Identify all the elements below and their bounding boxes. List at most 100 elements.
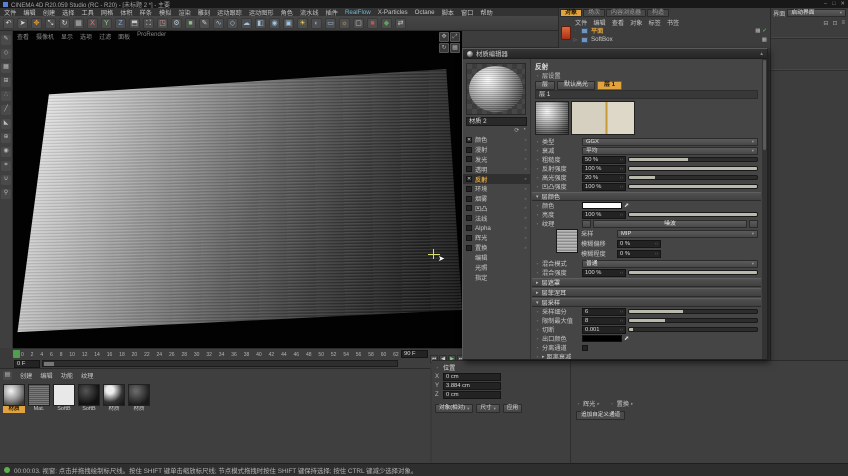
material-thumbnail[interactable] bbox=[103, 384, 125, 406]
add-cube-icon[interactable]: ■ bbox=[185, 18, 196, 29]
distance-dim-label[interactable]: 距离衰减 bbox=[547, 352, 572, 359]
dropdown[interactable]: MIP▾ bbox=[617, 230, 758, 238]
pan-view-icon[interactable]: ✥ bbox=[439, 32, 449, 42]
expand-icon[interactable]: ▷ bbox=[573, 37, 578, 43]
dropdown[interactable]: 普通▾ bbox=[582, 260, 758, 268]
maximize-button[interactable]: □ bbox=[832, 1, 835, 7]
toggle-view-icon[interactable]: ▦ bbox=[450, 43, 460, 53]
scale-icon[interactable]: ⤡ bbox=[45, 18, 56, 29]
mode-row[interactable]: 编辑 bbox=[463, 253, 530, 263]
render-settings-icon[interactable]: ⚙ bbox=[171, 18, 182, 29]
boole-icon[interactable]: ◧ bbox=[255, 18, 266, 29]
camera-icon[interactable]: ▣ bbox=[283, 18, 294, 29]
channel-checkbox[interactable] bbox=[466, 156, 472, 162]
material-menu-item[interactable]: 纹理 bbox=[81, 371, 93, 380]
preview-options-icon[interactable]: ◔ bbox=[522, 127, 526, 135]
menu-item[interactable]: 模拟 bbox=[159, 8, 171, 16]
value-field[interactable]: 0 %‹› bbox=[617, 240, 661, 248]
dialog-collapse-icon[interactable]: ▴ bbox=[760, 51, 763, 57]
slider[interactable] bbox=[628, 318, 758, 323]
menu-item[interactable]: 脚本 bbox=[442, 8, 454, 16]
mode-row[interactable]: 指定 bbox=[463, 272, 530, 282]
object-manager-menu-item[interactable]: 编辑 bbox=[593, 18, 605, 25]
channel-label[interactable]: Alpha bbox=[475, 225, 491, 232]
rotate-view-icon[interactable]: ↻ bbox=[439, 43, 449, 53]
menu-item[interactable]: 帮助 bbox=[480, 8, 492, 16]
object-tree-row[interactable]: ·平面▦✓ bbox=[573, 26, 769, 35]
object-manager-menu-item[interactable]: 对象 bbox=[630, 18, 642, 25]
material-thumbnail[interactable] bbox=[128, 384, 150, 406]
object-manager-tab[interactable]: 场次 bbox=[583, 9, 605, 17]
channel-row[interactable]: 置换▸ bbox=[463, 243, 530, 253]
mode-label[interactable]: 指定 bbox=[475, 273, 487, 282]
green-tool-icon[interactable]: ◆ bbox=[381, 18, 392, 29]
channel-checkbox[interactable] bbox=[466, 245, 472, 251]
displacement-channel-toggle[interactable]: ∘ 置换 ▸ bbox=[610, 399, 634, 408]
menu-item[interactable]: 创建 bbox=[43, 8, 55, 16]
channel-row[interactable]: 烟雾▸ bbox=[463, 194, 530, 204]
spinner-icon[interactable]: ‹› bbox=[655, 241, 658, 247]
coordinate-value-field[interactable]: 3.884 cm bbox=[443, 382, 501, 390]
glow-channel-toggle[interactable]: ∘ 辉光 ▸ bbox=[576, 399, 600, 408]
channel-label[interactable]: 发光 bbox=[475, 155, 487, 164]
channel-row[interactable]: Alpha▸ bbox=[463, 223, 530, 233]
current-frame-field[interactable]: 0 F bbox=[14, 360, 40, 368]
dropdown[interactable]: GGX▾ bbox=[582, 138, 758, 146]
menu-item[interactable]: 文件 bbox=[4, 8, 16, 16]
viewport-menu-item[interactable]: 选项 bbox=[80, 32, 92, 41]
material-name[interactable]: Mat. bbox=[28, 406, 50, 413]
material-thumbnail[interactable] bbox=[78, 384, 100, 406]
menu-item[interactable]: 角色 bbox=[281, 8, 293, 16]
material-item[interactable]: SoftB bbox=[78, 384, 100, 413]
dropdown[interactable]: 平均▾ bbox=[582, 147, 758, 155]
texture-arrow-button[interactable] bbox=[582, 220, 591, 228]
viewport-menu-item[interactable]: 面板 bbox=[118, 32, 130, 41]
object-manager-menu-item[interactable]: 书签 bbox=[667, 18, 679, 25]
material-menu-item[interactable]: 创建 bbox=[20, 371, 32, 380]
layout-selector-dropdown[interactable]: 启动界面▾ bbox=[787, 9, 846, 17]
channel-row[interactable]: 凹凸▸ bbox=[463, 204, 530, 214]
material-thumbnail[interactable] bbox=[53, 384, 75, 406]
menu-item[interactable]: 体积 bbox=[120, 8, 132, 16]
channel-label[interactable]: 反射 bbox=[475, 175, 487, 184]
mode-row[interactable]: 光照 bbox=[463, 262, 530, 272]
value-field[interactable]: 20 %‹› bbox=[582, 174, 626, 182]
coordinate-mode-dropdown[interactable]: 对象(相对)▾ bbox=[435, 404, 473, 413]
channel-label[interactable]: 法线 bbox=[475, 214, 487, 223]
reflectance-tab[interactable]: 默认高光 bbox=[557, 81, 595, 90]
edges-mode-icon[interactable]: ╱ bbox=[1, 105, 11, 115]
coordinate-value-field[interactable]: 0 cm bbox=[443, 391, 501, 399]
viewport-menu-item[interactable]: 显示 bbox=[61, 32, 73, 41]
minimize-button[interactable]: – bbox=[824, 1, 827, 7]
viewport-solo-icon[interactable]: ◉ bbox=[1, 147, 11, 157]
timeline-playhead[interactable] bbox=[13, 350, 20, 358]
coordinate-value-field[interactable]: 0 cm bbox=[443, 373, 501, 381]
material-item[interactable]: 材质 bbox=[103, 384, 125, 413]
material-thumbnail[interactable] bbox=[3, 384, 25, 406]
end-frame-field[interactable]: 90 F bbox=[401, 350, 428, 358]
apply-button[interactable]: 应用 bbox=[503, 404, 522, 413]
magnet-icon[interactable]: ⚲ bbox=[1, 189, 11, 199]
channel-label[interactable]: 环境 bbox=[475, 184, 487, 193]
channel-label[interactable]: 烟雾 bbox=[475, 194, 487, 203]
filter-icon[interactable]: ⊟ bbox=[823, 20, 828, 27]
channel-checkbox[interactable] bbox=[466, 205, 472, 211]
coordinate-size-dropdown[interactable]: 尺寸▾ bbox=[476, 404, 499, 413]
power-slider-knob[interactable] bbox=[44, 362, 54, 366]
add-custom-channel-button[interactable]: 追加自定义通道 bbox=[576, 411, 625, 420]
sky-icon[interactable]: ◐ bbox=[311, 18, 322, 29]
volume-icon[interactable]: ☁ bbox=[241, 18, 252, 29]
value-field[interactable]: 0 %‹› bbox=[617, 250, 661, 258]
make-editable-icon[interactable]: ✎ bbox=[1, 35, 11, 45]
material-item[interactable]: 材质 bbox=[3, 384, 25, 413]
lock-x-axis-icon[interactable]: X bbox=[87, 18, 98, 29]
slider[interactable] bbox=[628, 212, 758, 217]
channel-label[interactable]: 置换 bbox=[475, 243, 487, 252]
separate-pass-checkbox[interactable] bbox=[582, 345, 588, 351]
menu-item[interactable]: 样条 bbox=[140, 8, 152, 16]
material-name-field[interactable]: 材质 2 bbox=[466, 117, 527, 126]
layer-list-row[interactable]: 层 1 bbox=[535, 90, 758, 99]
last-tool-icon[interactable]: ▦ bbox=[73, 18, 84, 29]
slider[interactable] bbox=[628, 184, 758, 189]
display-icon[interactable]: ▢ bbox=[353, 18, 364, 29]
